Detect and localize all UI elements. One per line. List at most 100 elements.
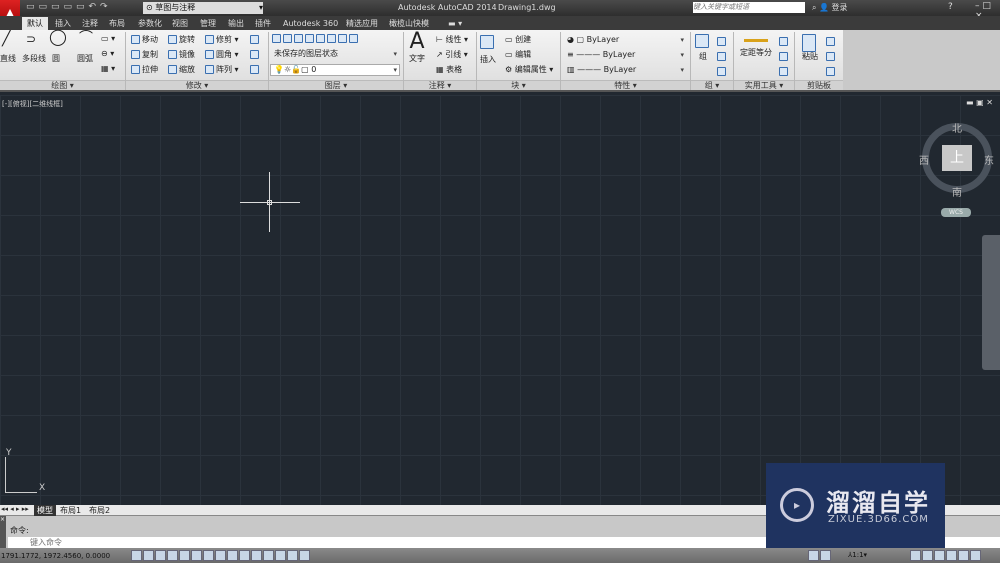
stretch-icon — [131, 65, 140, 74]
tab-layout2[interactable]: 布局2 — [89, 505, 110, 516]
tab-view[interactable]: 视图 — [167, 17, 193, 30]
paste-button[interactable]: 粘贴 — [802, 34, 818, 62]
scale-button[interactable]: 缩放 — [168, 65, 195, 75]
move-button[interactable]: 移动 — [131, 35, 158, 45]
coordinates-readout: 1791.1772, 1972.4560, 0.0000 — [1, 552, 111, 560]
polyline-button[interactable]: ⊃ 多段线 — [22, 33, 46, 64]
rotate-button[interactable]: 旋转 — [168, 35, 195, 45]
current-layer: 0 — [311, 65, 317, 74]
color-dropdown[interactable]: ◕ ▢ ByLayer — [563, 34, 687, 46]
tab-default[interactable]: 默认 — [22, 17, 48, 30]
ribbon-tabs: 默认 插入 注释 布局 参数化 视图 管理 输出 插件 Autodesk 360… — [0, 16, 1000, 30]
annotation-scale[interactable]: ⅄1:1▾ — [848, 551, 867, 559]
tab-annotate[interactable]: 注释 — [77, 17, 103, 30]
drafting-toggles[interactable] — [131, 548, 311, 563]
viewport-controls[interactable]: [-][俯视][二维线框] — [2, 99, 63, 109]
edit-attributes-button[interactable]: ⚙ 编辑属性 ▾ — [505, 65, 553, 75]
panel-groups-label[interactable]: 组 ▾ — [691, 80, 733, 90]
rectangle-button[interactable]: ▭ ▾ — [101, 34, 115, 44]
tab-parametric[interactable]: 参数化 — [133, 17, 167, 30]
compass-east[interactable]: 东 — [984, 152, 994, 167]
tab-featured-apps[interactable]: 精选应用 — [341, 17, 383, 30]
copy-button[interactable]: 复制 — [131, 50, 158, 60]
app-title: Autodesk AutoCAD 2014 — [398, 3, 497, 12]
layer-dropdown[interactable]: 💡☼🔓▢ 0 — [270, 64, 400, 76]
insert-block-button[interactable]: 插入 — [480, 35, 496, 65]
tab-layout[interactable]: 布局 — [104, 17, 130, 30]
file-title: Drawing1.dwg — [498, 3, 556, 12]
panel-utilities-label[interactable]: 实用工具 ▾ — [734, 80, 794, 90]
title-bar: ▲ ▭▭▭▭▭↶↷ ⊙ 草图与注释 ▾ Autodesk AutoCAD 2014… — [0, 0, 1000, 30]
navigation-bar[interactable] — [982, 235, 1000, 370]
compass-north[interactable]: 北 — [952, 120, 962, 135]
compass-west[interactable]: 西 — [919, 152, 929, 167]
workspace-label: 草图与注释 — [155, 3, 196, 12]
group-tools[interactable] — [717, 34, 728, 79]
help-icon[interactable]: ? — [948, 2, 953, 12]
explode-icon[interactable] — [250, 50, 261, 60]
linear-dim-button[interactable]: ⊢ 线性 ▾ — [436, 35, 468, 45]
copy-icon — [131, 50, 140, 59]
watermark-logo: ▸ 溜溜自学 ZIXUE.3D66.COM — [766, 463, 945, 548]
tab-autodesk360[interactable]: Autodesk 360 — [278, 17, 343, 30]
ribbon-empty-area — [843, 30, 1000, 90]
panel-properties-label[interactable]: 特性 ▾ — [561, 80, 690, 90]
panel-modify-label[interactable]: 修改 ▾ — [126, 80, 268, 90]
create-block-button[interactable]: ▭ 创建 — [505, 35, 531, 45]
linetype-dropdown[interactable]: ≡ ——— ByLayer — [563, 49, 687, 61]
line-button[interactable]: ╱ 直线 — [0, 32, 16, 64]
scale-icon — [168, 65, 177, 74]
layer-state-dropdown[interactable]: 未保存的图层状态 — [270, 48, 400, 60]
workspace-dropdown[interactable]: ⊙ 草图与注释 ▾ — [143, 2, 263, 14]
panel-clipboard-label[interactable]: 剪贴板 — [795, 80, 843, 90]
edit-block-button[interactable]: ▭ 编辑 — [505, 50, 531, 60]
watermark-url: ZIXUE.3D66.COM — [828, 514, 929, 525]
model-layout-buttons[interactable] — [808, 548, 832, 563]
offset-icon[interactable] — [250, 65, 261, 75]
status-tray-icons[interactable] — [910, 548, 982, 563]
ucs-icon — [5, 457, 6, 493]
fillet-button[interactable]: 圆角 ▾ — [205, 50, 239, 60]
search-input[interactable] — [693, 2, 805, 13]
ellipse-button[interactable]: ⊖ ▾ — [101, 49, 114, 59]
group-button[interactable]: 组 — [695, 34, 711, 62]
tab-layout1[interactable]: 布局1 — [60, 505, 81, 516]
viewport-window-controls[interactable]: ▬ ▣ ✕ — [966, 98, 993, 107]
tab-plugins[interactable]: 插件 — [250, 17, 276, 30]
tab-model[interactable]: 模型 — [34, 505, 56, 516]
clipboard-tools[interactable] — [826, 34, 837, 79]
command-close-button[interactable]: × — [0, 516, 6, 548]
utility-tools[interactable] — [779, 34, 790, 79]
layout-nav-buttons[interactable]: ◂◂ ◂ ▸ ▸▸ — [1, 505, 29, 513]
panel-draw-label[interactable]: 绘图 ▾ — [0, 80, 125, 90]
ucs-x-label: X — [39, 483, 46, 493]
panel-annotation-label[interactable]: 注释 ▾ — [404, 80, 476, 90]
login-button[interactable]: ⌕ 👤 登录 — [812, 2, 848, 13]
drawing-canvas[interactable]: [-][俯视][二维线框] ▬ ▣ ✕ 上 北 南 西 东 WCS Y X — [0, 95, 1000, 505]
text-button[interactable]: A 文字 — [409, 30, 425, 64]
panel-layers-label[interactable]: 图层 ▾ — [269, 80, 403, 90]
tab-manage[interactable]: 管理 — [195, 17, 221, 30]
viewcube-top-face[interactable]: 上 — [942, 145, 972, 171]
array-button[interactable]: 阵列 ▾ — [205, 65, 239, 75]
wcs-menu[interactable]: WCS — [941, 208, 971, 217]
tab-minimize-button[interactable]: ▬ ▾ — [443, 17, 467, 30]
circle-button[interactable]: ◯ 圆 — [49, 29, 67, 64]
measure-button[interactable]: 定距等分 — [740, 36, 772, 58]
hatch-button[interactable]: ▦ ▾ — [101, 64, 115, 74]
trim-button[interactable]: 修剪 ▾ — [205, 35, 239, 45]
leader-button[interactable]: ↗ 引线 ▾ — [436, 50, 468, 60]
tab-output[interactable]: 输出 — [223, 17, 249, 30]
mirror-button[interactable]: 镜像 — [168, 50, 195, 60]
lineweight-dropdown[interactable]: ▥ ——— ByLayer — [563, 64, 687, 76]
quick-access-toolbar[interactable]: ▭▭▭▭▭↶↷ — [26, 2, 112, 12]
layer-tools-row[interactable] — [272, 34, 360, 44]
compass-south[interactable]: 南 — [952, 184, 962, 199]
ucs-x-axis — [5, 492, 37, 493]
stretch-button[interactable]: 拉伸 — [131, 65, 158, 75]
panel-block-label[interactable]: 块 ▾ — [477, 80, 560, 90]
erase-icon[interactable] — [250, 35, 261, 45]
arc-button[interactable]: ⌒ 圆弧 — [77, 31, 93, 64]
table-button[interactable]: ▦ 表格 — [436, 65, 462, 75]
login-label: 登录 — [831, 3, 848, 12]
